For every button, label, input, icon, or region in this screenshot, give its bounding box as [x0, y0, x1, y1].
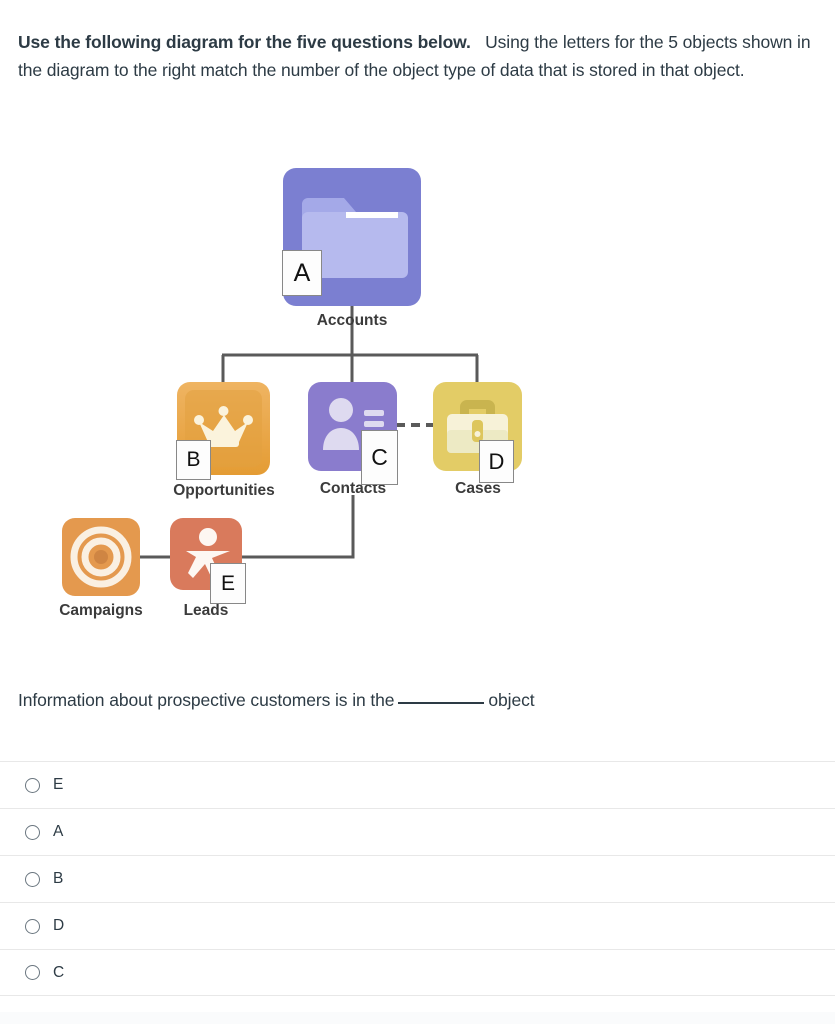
node-label-cases: Cases	[455, 480, 501, 497]
answer-blank	[398, 702, 485, 704]
node-label-leads: Leads	[183, 602, 229, 619]
question-sentence: Information about prospective customers …	[18, 690, 535, 711]
radio-button-5[interactable]	[25, 965, 40, 980]
letter-badge-b: B	[176, 440, 211, 480]
node-label-contacts: Contacts	[319, 480, 387, 497]
option-row-4[interactable]: D	[0, 902, 835, 949]
letter-badge-e: E	[210, 563, 246, 604]
page-bottom-strip	[0, 1012, 835, 1024]
option-row-1[interactable]: E	[0, 761, 835, 808]
question-before-blank: Information about prospective customers …	[18, 690, 395, 710]
option-label-1: E	[53, 776, 64, 793]
answer-options-list: E A B D C	[0, 761, 835, 996]
radio-button-4[interactable]	[25, 918, 40, 934]
letter-badge-d: D	[479, 440, 514, 483]
option-row-2[interactable]: A	[0, 808, 835, 855]
letter-badge-c: C	[361, 430, 398, 485]
node-label-accounts: Accounts	[316, 312, 388, 329]
option-row-3[interactable]: B	[0, 855, 835, 902]
quiz-page: Use the following diagram for the five q…	[0, 0, 835, 1024]
letter-badge-a: A	[282, 250, 322, 296]
radio-button-2[interactable]	[25, 824, 40, 840]
prompt-bold-text: Use the following diagram for the five q…	[18, 32, 471, 52]
question-prompt: Use the following diagram for the five q…	[18, 28, 816, 85]
option-label-3: B	[53, 870, 64, 887]
option-label-4: D	[53, 917, 65, 934]
target-icon	[70, 526, 132, 588]
option-label-5: C	[53, 963, 65, 981]
option-row-5[interactable]: C	[0, 949, 835, 996]
salesforce-objects-diagram: A Accounts B Opportunities C Contacts D …	[0, 150, 835, 640]
node-label-campaigns: Campaigns	[59, 602, 143, 619]
question-after-blank: object	[488, 690, 535, 710]
campaigns-tile	[62, 518, 140, 596]
node-label-opportunities: Opportunities	[173, 482, 275, 499]
radio-button-1[interactable]	[25, 777, 40, 793]
option-label-2: A	[53, 823, 64, 840]
radio-button-3[interactable]	[25, 871, 40, 887]
